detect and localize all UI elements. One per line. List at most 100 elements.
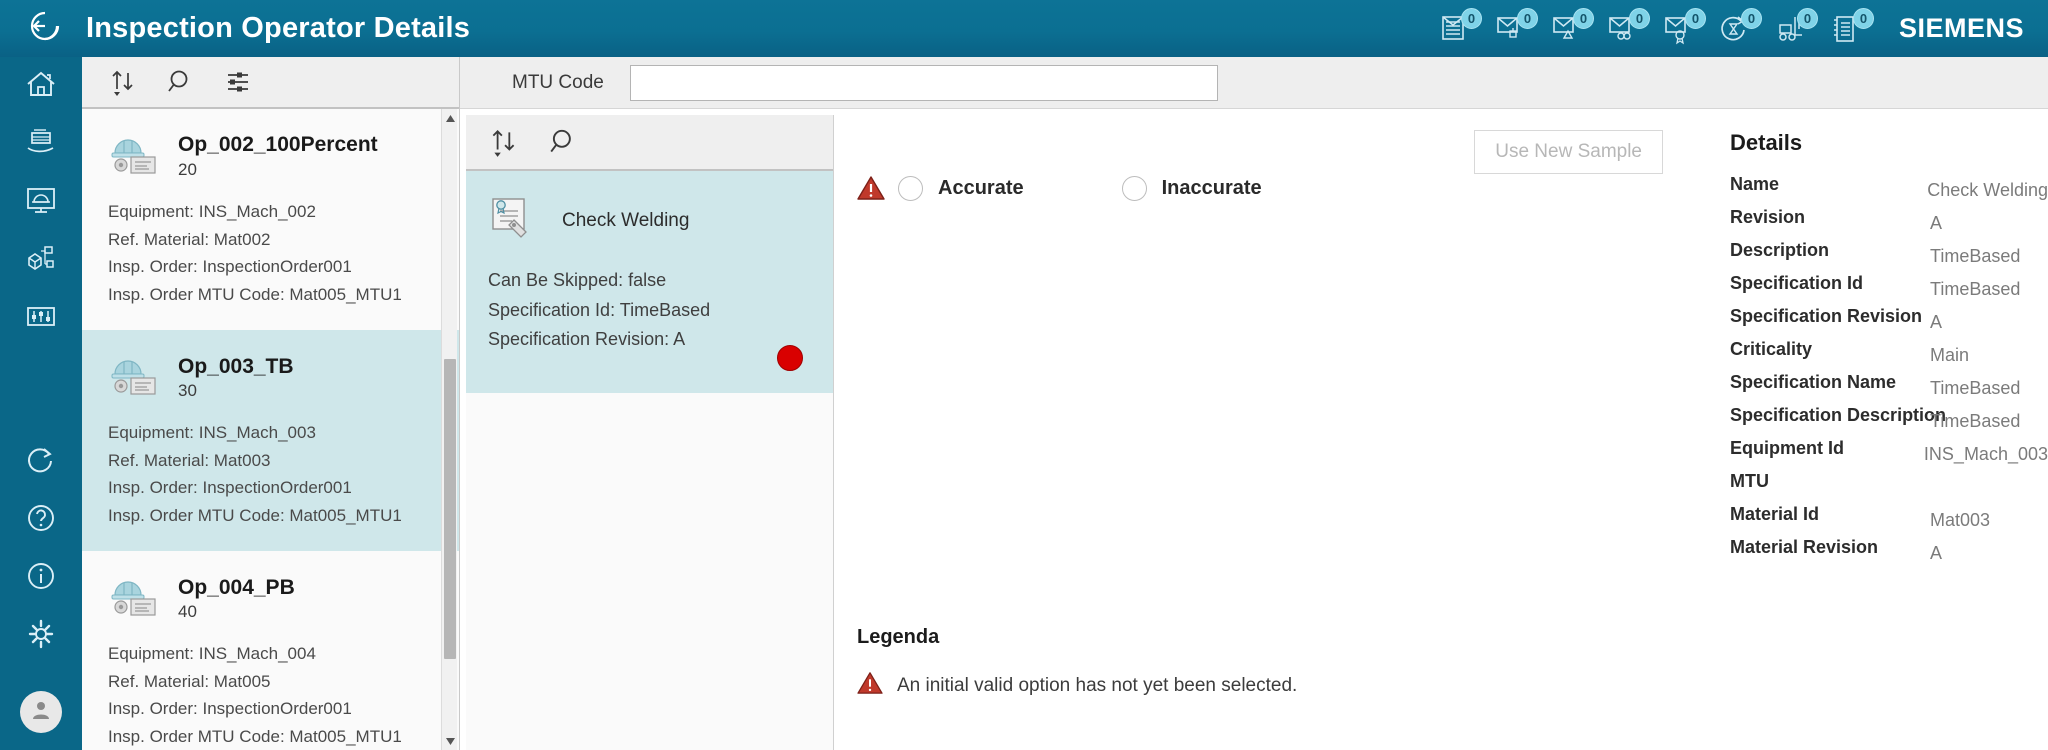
sidebar-item-structure[interactable] [0,231,82,289]
radio-option-accurate[interactable]: Accurate [898,175,1024,201]
list-item-titleblock: Op_002_100Percent 20 [178,133,378,179]
forklift-icon[interactable]: 0 [1773,7,1818,50]
sidebar-item-home[interactable] [0,57,82,115]
list-item-material: Ref. Material: Mat002 [108,229,271,249]
list-item-header: Op_003_TB 30 [108,352,433,403]
details-row: Specification Description TimeBased [1715,405,2048,438]
inbox-documents-icon[interactable]: 0 [1437,7,1482,50]
sort-icon[interactable] [488,126,520,158]
user-avatar-icon [28,697,54,728]
details-key: Equipment Id [1730,438,1844,458]
details-row: Equipment Id INS_Mach_003 [1715,438,2048,471]
help-icon [24,502,58,539]
helmet-machine-icon [108,573,160,624]
operator-list-scrollbar[interactable] [441,109,457,750]
list-item-equipment: Equipment: INS_Mach_002 [108,202,316,221]
list-item-titleblock: Op_003_TB 30 [178,355,294,401]
operation-card-header: Check Welding [488,195,811,246]
envelope-network-icon[interactable]: 0 [1493,7,1538,50]
details-row: MTU [1715,471,2048,504]
operator-list-toolbar [82,57,459,109]
operation-card-title: Check Welding [562,209,690,231]
badge-count: 0 [1740,7,1762,29]
sort-icon[interactable] [108,67,138,97]
details-panel: Details Name Check Welding Revision A De… [1715,115,2048,750]
operation-specification-revision: Specification Revision: A [488,329,686,350]
envelope-tools-icon[interactable]: 0 [1605,7,1650,50]
search-icon[interactable] [548,126,580,158]
operation-can-be-skipped: Can Be Skipped: false [488,270,667,290]
details-row: Revision A [1715,207,2048,240]
details-key: Revision [1730,207,1806,227]
scrollbar-thumb[interactable] [444,359,456,659]
scroll-down-arrow-icon[interactable] [442,732,458,750]
legenda-section: Legenda An initial valid option has not … [857,626,1297,700]
sidebar-item-help[interactable] [0,491,82,549]
details-key: Material Id [1730,504,1820,524]
badge-count: 0 [1852,7,1874,29]
sidebar-item-refresh[interactable] [0,433,82,491]
list-item-titleblock: Op_004_PB 40 [178,576,295,622]
envelope-certificate-icon[interactable]: 0 [1661,7,1706,50]
badge-count: 0 [1516,7,1538,29]
details-row: Criticality Main [1715,339,2048,372]
list-item[interactable]: Op_004_PB 40 Equipment: INS_Mach_004 Ref… [82,551,459,750]
mtu-code-input[interactable] [629,64,1218,101]
list-item-sequence: 20 [178,159,197,179]
radio-circle-icon[interactable] [898,175,923,201]
operator-list-scroll: Op_002_100Percent 20 Equipment: INS_Mach… [82,109,459,750]
operations-panel: Check Welding Can Be Skipped: false Spec… [466,115,834,750]
stack-hand-icon [24,126,58,163]
header-icon-group: 0 0 0 0 0 0 0 0 [1437,7,1885,50]
mtu-code-bar: MTU Code [460,57,2048,109]
scroll-up-arrow-icon[interactable] [442,109,458,127]
settings-gear-icon [24,618,58,655]
back-button[interactable] [0,6,86,51]
monitor-helmet-icon [24,184,58,221]
clock-refresh-icon[interactable]: 0 [1717,7,1762,50]
details-row: Specification Revision A [1715,306,2048,339]
details-value: A [1930,312,1943,332]
info-icon [24,560,58,597]
details-title: Details [1730,130,1803,155]
siemens-logo: SIEMENS [1898,13,2024,43]
envelope-warning-icon[interactable]: 0 [1549,7,1594,50]
filter-icon[interactable] [224,67,254,97]
details-value: A [1930,543,1943,563]
details-key: Description [1730,240,1830,260]
list-item-title: Op_004_PB [178,575,295,599]
sidebar-item-info[interactable] [0,549,82,607]
operation-card-check-welding[interactable]: Check Welding Can Be Skipped: false Spec… [466,171,833,393]
list-item[interactable]: Op_002_100Percent 20 Equipment: INS_Mach… [82,109,459,331]
badge-count: 0 [1460,7,1482,29]
warning-triangle-icon [857,175,885,201]
list-item-title: Op_002_100Percent [178,133,378,157]
certificate-tag-icon [488,195,538,246]
radio-label-inaccurate: Inaccurate [1161,176,1262,199]
radio-circle-icon[interactable] [1121,175,1147,201]
use-new-sample-button[interactable]: Use New Sample [1474,130,1663,174]
warning-triangle-icon [857,671,883,700]
list-item[interactable]: Op_003_TB 30 Equipment: INS_Mach_003 Ref… [82,330,459,552]
details-key: Material Revision [1730,537,1879,557]
details-row: Name Check Welding [1715,174,2048,207]
badge-count: 0 [1572,7,1594,29]
legenda-title: Legenda [857,626,940,648]
accuracy-choice-group: Accurate Inaccurate [857,175,1262,201]
sidebar-item-operator-station[interactable] [0,173,82,231]
sidebar-item-material-stack[interactable] [0,115,82,173]
details-value: Check Welding [1927,180,2048,200]
sidebar-item-parameters[interactable] [0,289,82,347]
notebook-icon[interactable]: 0 [1829,7,1874,50]
refresh-icon [24,444,58,481]
structure-nodes-icon [24,242,58,279]
status-badge [777,345,803,371]
radio-option-inaccurate[interactable]: Inaccurate [1121,175,1262,201]
list-item-header: Op_004_PB 40 [108,573,433,624]
user-account-button[interactable] [0,691,82,750]
avatar[interactable] [20,691,62,733]
list-item-material: Ref. Material: Mat005 [108,671,271,691]
search-icon[interactable] [166,67,196,97]
sidebar-item-settings[interactable] [0,607,82,665]
details-row: Specification Name TimeBased [1715,372,2048,405]
